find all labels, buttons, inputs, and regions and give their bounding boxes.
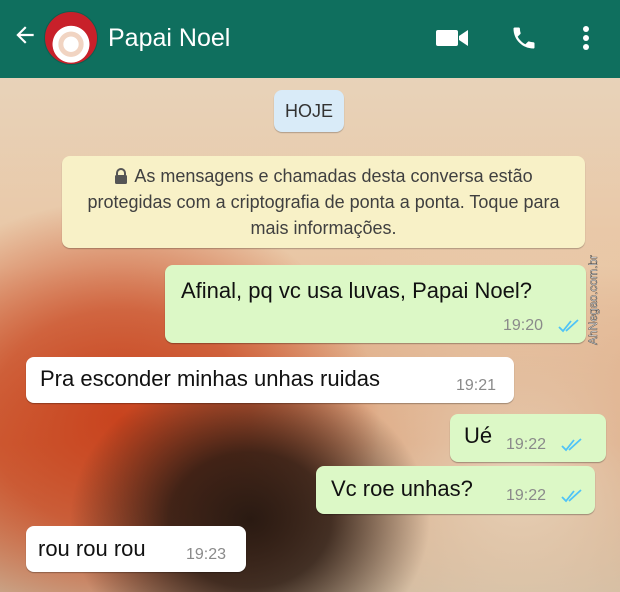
message-bubble[interactable]: Vc roe unhas? 19:22 bbox=[316, 466, 595, 514]
message-text: Ué bbox=[464, 423, 493, 448]
read-ticks-icon bbox=[561, 438, 582, 452]
phone-icon[interactable] bbox=[506, 22, 542, 54]
message-bubble[interactable]: Pra esconder minhas unhas ruidas 19:21 bbox=[26, 357, 514, 403]
avatar[interactable] bbox=[44, 11, 98, 65]
contact-name[interactable]: Papai Noel bbox=[108, 22, 230, 54]
encryption-notice[interactable]: As mensagens e chamadas desta conversa e… bbox=[62, 156, 585, 248]
chat-header: Papai Noel bbox=[0, 0, 620, 78]
message-time: 19:22 bbox=[506, 436, 547, 453]
watermark-logo: AhNegao.com.br bbox=[586, 255, 600, 345]
date-badge: HOJE bbox=[274, 90, 344, 132]
message-time: 19:20 bbox=[503, 317, 544, 334]
message-time: 19:23 bbox=[186, 546, 227, 563]
message-bubble[interactable]: Ué 19:22 bbox=[450, 414, 606, 462]
read-ticks-icon bbox=[558, 319, 579, 333]
message-time: 19:21 bbox=[456, 377, 497, 394]
lock-icon bbox=[115, 168, 128, 184]
arrow-left-icon[interactable] bbox=[10, 22, 40, 54]
encryption-notice-text: As mensagens e chamadas desta conversa e… bbox=[87, 166, 560, 238]
message-text: Pra esconder minhas unhas ruidas bbox=[40, 366, 380, 391]
message-bubble[interactable]: rou rou rou 19:23 bbox=[26, 526, 246, 572]
message-text: Afinal, pq vc usa luvas, Papai Noel? bbox=[181, 278, 532, 303]
video-icon[interactable] bbox=[432, 22, 472, 54]
message-text: rou rou rou bbox=[38, 536, 146, 561]
message-text: Vc roe unhas? bbox=[331, 476, 473, 501]
chat-screen: Papai Noel HOJE As mensagens e chamadas … bbox=[0, 0, 620, 592]
message-time: 19:22 bbox=[506, 487, 547, 504]
more-vertical-icon[interactable] bbox=[574, 22, 598, 54]
watermark-text: AhNegao.com.br bbox=[586, 255, 600, 345]
message-bubble[interactable]: Afinal, pq vc usa luvas, Papai Noel? 19:… bbox=[165, 265, 586, 343]
read-ticks-icon bbox=[561, 489, 582, 503]
